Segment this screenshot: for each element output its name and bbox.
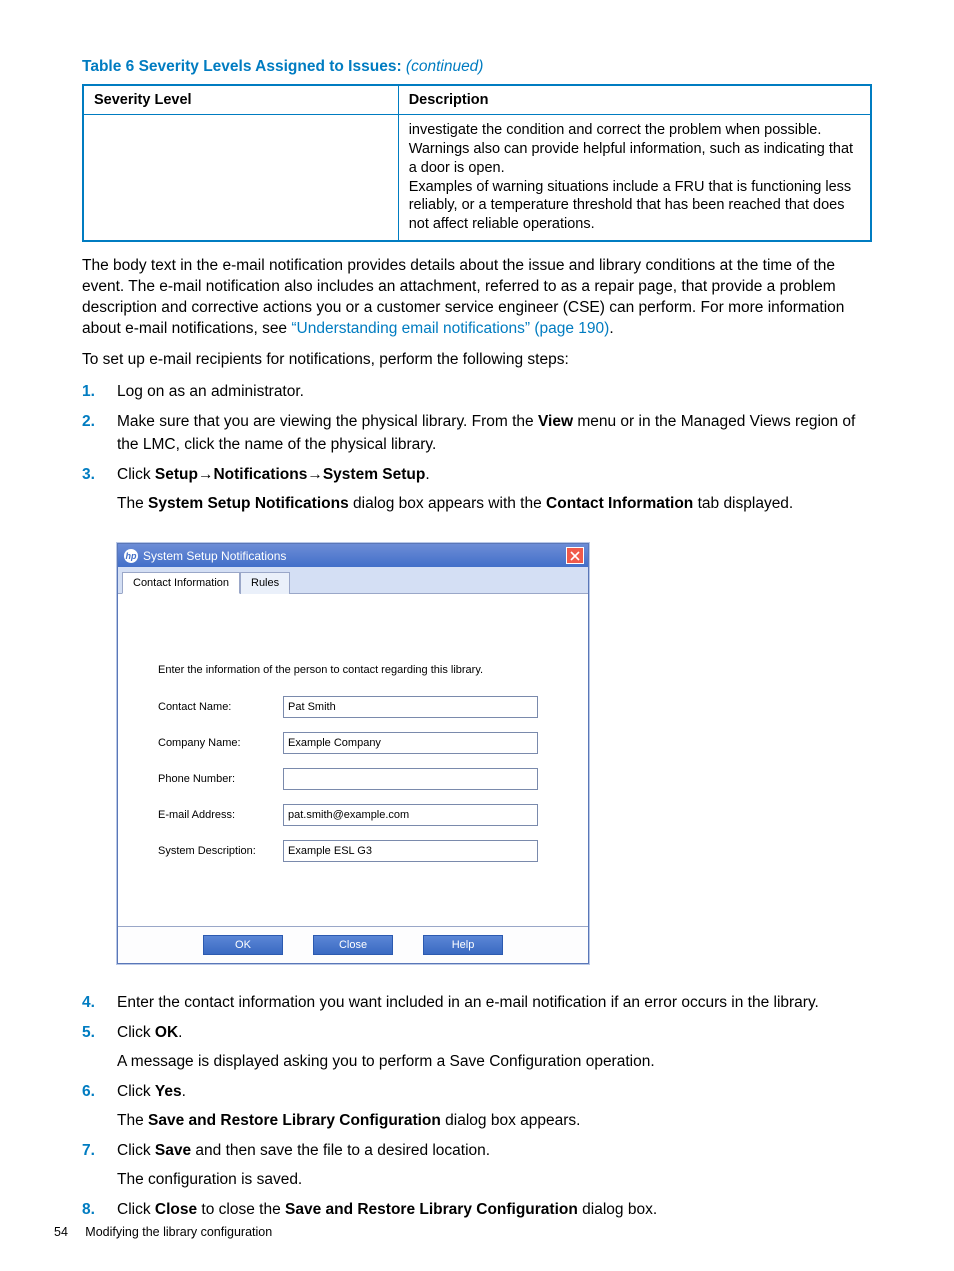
dialog-title: System Setup Notifications bbox=[143, 549, 286, 563]
step-7-c: and then save the file to a desired loca… bbox=[191, 1142, 490, 1159]
step-5-b: OK bbox=[155, 1024, 178, 1041]
close-icon[interactable] bbox=[566, 547, 584, 564]
step-3-l2c: dialog box appears with the bbox=[349, 495, 546, 512]
td-description: investigate the condition and correct th… bbox=[398, 115, 871, 242]
paragraph-1: The body text in the e-mail notification… bbox=[82, 256, 872, 340]
step-3-l2b: System Setup Notifications bbox=[148, 495, 349, 512]
label-contact-name: Contact Name: bbox=[158, 701, 283, 713]
input-phone-number[interactable] bbox=[283, 768, 538, 790]
input-contact-name[interactable] bbox=[283, 696, 538, 718]
step-3-b2: Notifications bbox=[213, 466, 307, 483]
step-3-dot: . bbox=[425, 466, 429, 483]
hp-logo-icon: hp bbox=[124, 549, 138, 563]
steps-list-bottom: Enter the contact information you want i… bbox=[82, 992, 872, 1222]
input-system-description[interactable] bbox=[283, 840, 538, 862]
ok-button[interactable]: OK bbox=[203, 935, 283, 955]
step-6-l2a: The bbox=[117, 1112, 148, 1129]
help-button[interactable]: Help bbox=[423, 935, 503, 955]
table-title-prefix: Table 6 Severity Levels Assigned to Issu… bbox=[82, 58, 406, 75]
tab-strip: Contact Information Rules bbox=[118, 567, 588, 594]
step-3-arrow1: → bbox=[198, 466, 214, 483]
step-2-a: Make sure that you are viewing the physi… bbox=[117, 413, 538, 430]
step-8-b: Close bbox=[155, 1201, 197, 1218]
step-1-text: Log on as an administrator. bbox=[117, 383, 304, 400]
step-6: Click Yes. The Save and Restore Library … bbox=[82, 1081, 872, 1132]
step-5-c: . bbox=[178, 1024, 182, 1041]
label-phone-number: Phone Number: bbox=[158, 773, 283, 785]
step-8-c: to close the bbox=[197, 1201, 285, 1218]
label-company-name: Company Name: bbox=[158, 737, 283, 749]
dialog-titlebar: hp System Setup Notifications bbox=[118, 544, 588, 567]
step-3-l2e: tab displayed. bbox=[693, 495, 793, 512]
dialog-footer: OK Close Help bbox=[118, 926, 588, 963]
step-1: Log on as an administrator. bbox=[82, 381, 872, 403]
dialog-instruction: Enter the information of the person to c… bbox=[158, 664, 558, 676]
page-footer: 54 Modifying the library configuration bbox=[54, 1225, 272, 1239]
table-title: Table 6 Severity Levels Assigned to Issu… bbox=[82, 58, 872, 76]
dialog-body: Enter the information of the person to c… bbox=[118, 594, 588, 926]
step-5-a: Click bbox=[117, 1024, 155, 1041]
step-8-a: Click bbox=[117, 1201, 155, 1218]
tab-rules[interactable]: Rules bbox=[240, 572, 290, 594]
label-email: E-mail Address: bbox=[158, 809, 283, 821]
step-7-line2: The configuration is saved. bbox=[117, 1169, 872, 1191]
input-company-name[interactable] bbox=[283, 732, 538, 754]
system-setup-notifications-dialog: hp System Setup Notifications Contact In… bbox=[117, 543, 589, 964]
step-4: Enter the contact information you want i… bbox=[82, 992, 872, 1014]
step-7-a: Click bbox=[117, 1142, 155, 1159]
step-3-b1: Setup bbox=[155, 466, 198, 483]
footer-section: Modifying the library configuration bbox=[85, 1225, 272, 1239]
paragraph-2: To set up e-mail recipients for notifica… bbox=[82, 350, 872, 371]
step-8-e: dialog box. bbox=[578, 1201, 657, 1218]
steps-list-top: Log on as an administrator. Make sure th… bbox=[82, 381, 872, 515]
th-description: Description bbox=[398, 85, 871, 115]
step-6-l2b: Save and Restore Library Configuration bbox=[148, 1112, 441, 1129]
step-3-arrow2: → bbox=[307, 466, 323, 483]
step-2: Make sure that you are viewing the physi… bbox=[82, 411, 872, 456]
table-title-suffix: (continued) bbox=[406, 58, 484, 75]
page-number: 54 bbox=[54, 1225, 68, 1239]
tab-contact-information[interactable]: Contact Information bbox=[122, 572, 240, 594]
step-6-l2c: dialog box appears. bbox=[441, 1112, 581, 1129]
step-6-a: Click bbox=[117, 1083, 155, 1100]
step-6-b: Yes bbox=[155, 1083, 182, 1100]
step-3-a: Click bbox=[117, 466, 155, 483]
para1-text-b: . bbox=[609, 320, 613, 337]
label-system-description: System Description: bbox=[158, 845, 283, 857]
step-3-l2d: Contact Information bbox=[546, 495, 693, 512]
step-3-b3: System Setup bbox=[323, 466, 426, 483]
close-button[interactable]: Close bbox=[313, 935, 393, 955]
step-3-l2a: The bbox=[117, 495, 148, 512]
td-severity bbox=[83, 115, 398, 242]
step-8-d: Save and Restore Library Configuration bbox=[285, 1201, 578, 1218]
input-email[interactable] bbox=[283, 804, 538, 826]
link-understanding-email[interactable]: “Understanding email notifications” (pag… bbox=[291, 320, 609, 337]
step-7: Click Save and then save the file to a d… bbox=[82, 1140, 872, 1191]
step-5-line2: A message is displayed asking you to per… bbox=[117, 1051, 872, 1073]
step-8: Click Close to close the Save and Restor… bbox=[82, 1199, 872, 1221]
severity-table: Severity Level Description investigate t… bbox=[82, 84, 872, 242]
step-7-b: Save bbox=[155, 1142, 191, 1159]
step-2-bold: View bbox=[538, 413, 573, 430]
step-4-text: Enter the contact information you want i… bbox=[117, 994, 819, 1011]
step-6-c: . bbox=[182, 1083, 186, 1100]
th-severity: Severity Level bbox=[83, 85, 398, 115]
step-5: Click OK. A message is displayed asking … bbox=[82, 1022, 872, 1073]
step-3: Click Setup→Notifications→System Setup. … bbox=[82, 464, 872, 515]
